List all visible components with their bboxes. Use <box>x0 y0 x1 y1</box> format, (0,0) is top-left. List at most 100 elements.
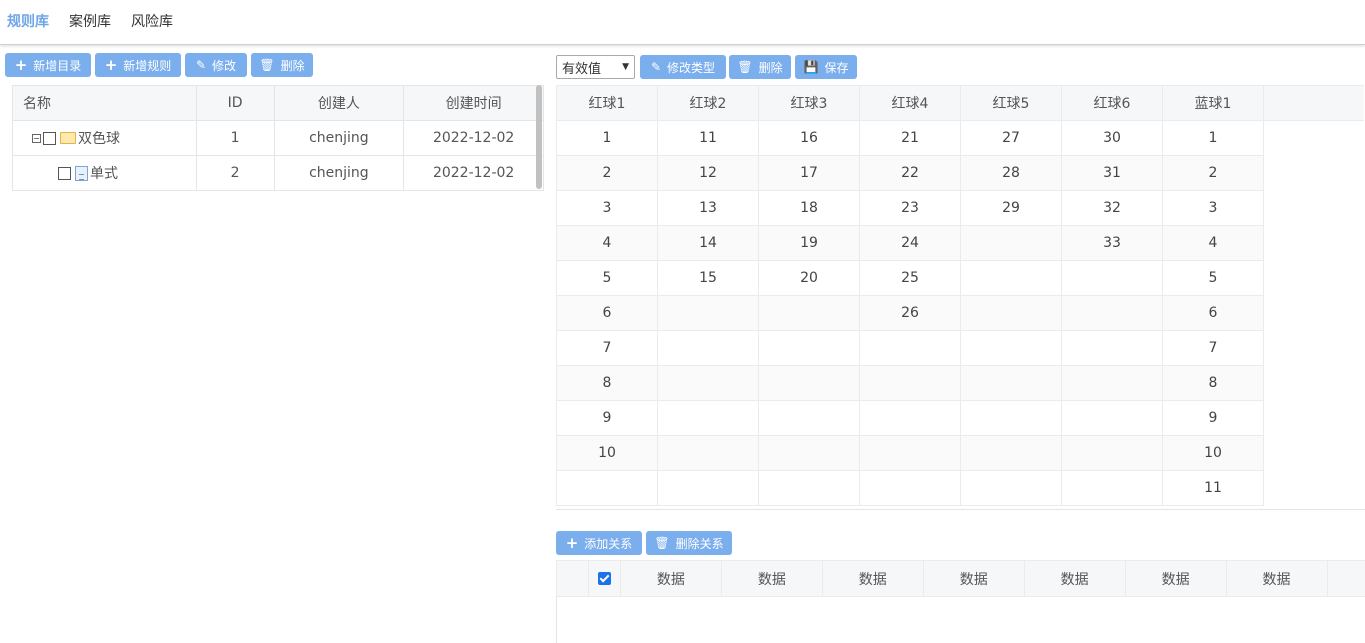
grid-cell[interactable] <box>1061 330 1163 366</box>
tab-rules[interactable]: 规则库 <box>7 11 49 31</box>
grid-cell[interactable]: 25 <box>859 260 961 296</box>
grid-cell[interactable] <box>657 295 759 331</box>
col-red-3[interactable]: 红球3 <box>758 85 860 121</box>
grid-cell[interactable] <box>960 295 1062 331</box>
table-row[interactable]: 77 <box>556 330 1364 366</box>
grid-cell[interactable] <box>960 225 1062 261</box>
grid-cell[interactable]: 3 <box>556 190 658 226</box>
delete-button[interactable]: 🗑 删除 <box>251 53 313 77</box>
grid-cell[interactable]: 6 <box>1162 295 1264 331</box>
grid-cell[interactable]: 26 <box>859 295 961 331</box>
grid-cell[interactable] <box>960 435 1062 471</box>
grid-cell[interactable]: 16 <box>758 120 860 156</box>
table-row[interactable]: 11 <box>556 470 1364 506</box>
col-data[interactable]: 数据 <box>1225 560 1328 597</box>
col-name[interactable]: 名称 <box>12 85 197 121</box>
col-blue-1[interactable]: 蓝球1 <box>1162 85 1264 121</box>
delete-values-button[interactable]: 🗑 删除 <box>729 55 791 79</box>
tab-risks[interactable]: 风险库 <box>131 11 173 31</box>
table-row[interactable]: 5 15 20 25 5 <box>556 260 1364 296</box>
grid-cell[interactable]: 9 <box>1162 400 1264 436</box>
grid-cell[interactable]: 9 <box>556 400 658 436</box>
grid-cell[interactable] <box>859 365 961 401</box>
grid-cell[interactable] <box>1061 470 1163 506</box>
table-row[interactable]: 2 12 17 22 28 31 2 <box>556 155 1364 191</box>
grid-cell[interactable]: 22 <box>859 155 961 191</box>
grid-cell[interactable]: 8 <box>556 365 658 401</box>
grid-cell[interactable]: 23 <box>859 190 961 226</box>
table-row[interactable]: − 双色球 1 chenjing 2022-12-02 <box>12 120 544 156</box>
grid-cell[interactable]: 14 <box>657 225 759 261</box>
col-red-1[interactable]: 红球1 <box>556 85 658 121</box>
grid-cell[interactable] <box>1061 365 1163 401</box>
grid-cell[interactable]: 11 <box>1162 470 1264 506</box>
col-id[interactable]: ID <box>195 85 275 121</box>
col-created[interactable]: 创建时间 <box>403 85 544 121</box>
col-data[interactable]: 数据 <box>619 560 722 597</box>
tab-cases[interactable]: 案例库 <box>69 11 111 31</box>
grid-cell[interactable]: 28 <box>960 155 1062 191</box>
grid-cell[interactable]: 12 <box>657 155 759 191</box>
grid-cell[interactable]: 8 <box>1162 365 1264 401</box>
grid-cell[interactable]: 32 <box>1061 190 1163 226</box>
grid-cell[interactable]: 1 <box>1162 120 1264 156</box>
grid-cell[interactable]: 24 <box>859 225 961 261</box>
grid-cell[interactable] <box>657 365 759 401</box>
add-rule-button[interactable]: + 新增规则 <box>95 53 181 77</box>
grid-cell[interactable]: 15 <box>657 260 759 296</box>
col-select-all[interactable] <box>587 560 621 597</box>
table-row[interactable]: 10 10 <box>556 435 1364 471</box>
grid-cell[interactable] <box>960 365 1062 401</box>
grid-cell[interactable]: 5 <box>556 260 658 296</box>
grid-cell[interactable] <box>960 470 1062 506</box>
save-button[interactable]: 💾 保存 <box>795 55 857 79</box>
grid-cell[interactable] <box>859 470 961 506</box>
col-data[interactable]: 数据 <box>922 560 1025 597</box>
grid-cell[interactable] <box>657 470 759 506</box>
table-row[interactable]: 3 13 18 23 29 32 3 <box>556 190 1364 226</box>
col-red-4[interactable]: 红球4 <box>859 85 961 121</box>
grid-cell[interactable] <box>960 260 1062 296</box>
collapse-toggle-icon[interactable]: − <box>32 133 41 143</box>
grid-cell[interactable] <box>1061 260 1163 296</box>
grid-cell[interactable]: 5 <box>1162 260 1264 296</box>
grid-cell[interactable] <box>758 295 860 331</box>
grid-cell[interactable]: 17 <box>758 155 860 191</box>
grid-cell[interactable] <box>1061 400 1163 436</box>
table-row[interactable]: 99 <box>556 400 1364 436</box>
table-row[interactable]: 88 <box>556 365 1364 401</box>
grid-cell[interactable] <box>1061 435 1163 471</box>
grid-cell[interactable] <box>758 365 860 401</box>
table-row[interactable]: 1 11 16 21 27 30 1 <box>556 120 1364 156</box>
col-data[interactable]: 数据 <box>720 560 823 597</box>
grid-cell[interactable]: 21 <box>859 120 961 156</box>
col-creator[interactable]: 创建人 <box>273 85 405 121</box>
table-row[interactable]: 单式 2 chenjing 2022-12-02 <box>12 155 544 191</box>
grid-cell[interactable] <box>859 400 961 436</box>
grid-cell[interactable]: 4 <box>1162 225 1264 261</box>
grid-cell[interactable]: 10 <box>1162 435 1264 471</box>
grid-cell[interactable] <box>657 435 759 471</box>
col-red-2[interactable]: 红球2 <box>657 85 759 121</box>
grid-cell[interactable]: 27 <box>960 120 1062 156</box>
grid-cell[interactable]: 31 <box>1061 155 1163 191</box>
grid-cell[interactable] <box>859 330 961 366</box>
row-checkbox[interactable] <box>43 131 56 145</box>
table-row[interactable]: 4 14 19 24 33 4 <box>556 225 1364 261</box>
col-red-6[interactable]: 红球6 <box>1061 85 1163 121</box>
grid-cell[interactable] <box>1061 295 1163 331</box>
grid-cell[interactable]: 1 <box>556 120 658 156</box>
grid-cell[interactable] <box>960 400 1062 436</box>
grid-cell[interactable]: 18 <box>758 190 860 226</box>
grid-cell[interactable]: 6 <box>556 295 658 331</box>
grid-cell[interactable]: 20 <box>758 260 860 296</box>
col-data[interactable]: 数据 <box>1124 560 1227 597</box>
grid-cell[interactable] <box>758 470 860 506</box>
grid-cell[interactable]: 10 <box>556 435 658 471</box>
value-type-select[interactable]: 有效值 ▼ <box>556 55 635 79</box>
grid-cell[interactable] <box>758 330 860 366</box>
grid-cell[interactable]: 7 <box>556 330 658 366</box>
vertical-scrollbar[interactable] <box>536 85 542 189</box>
col-red-5[interactable]: 红球5 <box>960 85 1062 121</box>
select-all-checkbox[interactable] <box>597 572 611 585</box>
